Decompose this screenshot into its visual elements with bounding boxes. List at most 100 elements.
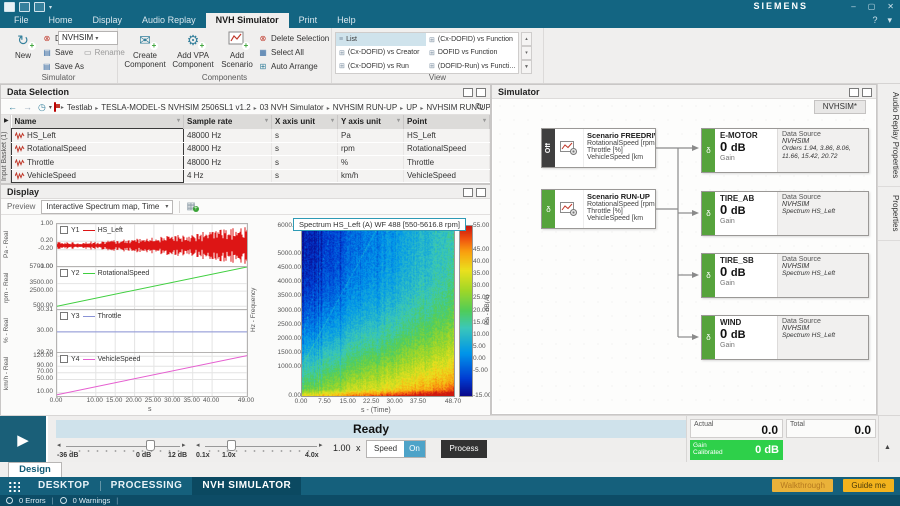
ribbon-tab-display[interactable]: Display <box>83 13 133 28</box>
filter-caret-icon[interactable]: ▾ <box>177 117 180 124</box>
preset-dropdown[interactable]: NVHSIM ▾ <box>58 31 118 45</box>
slider-left-arrow-icon[interactable]: ◂ <box>57 441 61 449</box>
workspace-tab-processing[interactable]: PROCESSING <box>101 477 193 495</box>
add-scenario-button[interactable]: + Add Scenario <box>218 30 256 69</box>
component-node-tire_ab[interactable]: δTIRE_AB0 dBGainData SourceNVHSIMSpectru… <box>701 191 869 236</box>
filter-caret-icon[interactable]: ▾ <box>331 117 334 124</box>
breadcrumb-item[interactable]: NVHSIM RUN-UP <box>333 103 397 112</box>
breadcrumb-item[interactable]: UP <box>406 103 417 112</box>
delete-selection-button[interactable]: ⊗Delete Selection <box>258 31 332 45</box>
help-icon[interactable]: ? <box>872 13 877 28</box>
close-button[interactable]: ✕ <box>887 0 894 13</box>
ribbon-tab-nvh-simulator[interactable]: NVH Simulator <box>206 13 289 28</box>
gallery-up-icon[interactable]: ▴ <box>521 32 532 46</box>
view-item[interactable]: ⊞DOFID vs Function <box>426 46 518 59</box>
ribbon-tab-file[interactable]: File <box>4 13 39 28</box>
table-row[interactable]: Throttle48000 Hzs%Throttle <box>12 156 490 170</box>
select-all-button[interactable]: ▦Select All <box>258 45 332 59</box>
slider-right-arrow-icon[interactable]: ▸ <box>319 441 323 449</box>
filter-caret-icon[interactable]: ▾ <box>483 117 486 124</box>
process-button[interactable]: Process <box>441 440 487 458</box>
view-item[interactable]: ≡List <box>336 33 426 46</box>
history-icon[interactable]: ◷ <box>38 102 46 113</box>
workspace-tab-nvh-simulator[interactable]: NVH SIMULATOR <box>192 477 301 495</box>
ribbon-tab-home[interactable]: Home <box>39 13 83 28</box>
collapse-panel-icon[interactable]: ▲ <box>884 444 891 451</box>
view-item[interactable]: ⊞(Cx-DOFID) vs Creator <box>336 46 426 59</box>
new-button[interactable]: ↻+ New <box>0 30 46 60</box>
scenario-state[interactable]: δ <box>542 190 555 228</box>
ribbon-tab-help[interactable]: Help <box>327 13 366 28</box>
spectrogram-canvas[interactable] <box>301 225 455 397</box>
simulator-doc-tab[interactable]: NVHSIM* <box>814 100 866 114</box>
speed-toggle-label[interactable]: Speed <box>367 441 404 457</box>
component-node-tire_sb[interactable]: δTIRE_SB0 dBGainData SourceNVHSIMSpectru… <box>701 253 869 298</box>
speed-slider-thumb[interactable] <box>227 440 236 451</box>
save-button[interactable]: ▤Save <box>42 45 84 59</box>
play-button[interactable]: ▶ <box>0 416 48 463</box>
maximize-panel-icon[interactable] <box>476 88 486 97</box>
save-icon[interactable] <box>19 2 30 12</box>
input-basket-strip[interactable]: ▶ Input Basket (1) <box>1 115 11 183</box>
spectrogram-area[interactable]: Spectrum HS_Left (A) WF 488 [550-5616.8 … <box>1 215 490 416</box>
scenario-node-scenario-run-up[interactable]: δScenario RUN-UPRotationalSpeed [rpmThro… <box>541 189 656 229</box>
tab-design[interactable]: Design <box>8 462 62 477</box>
view-item[interactable]: ⊞(DOFID-Run) vs Functi... <box>426 60 518 73</box>
view-item[interactable]: ⊞(Cx-DOFID) vs Run <box>336 60 426 73</box>
view-item[interactable]: ⊞(Cx-DOFID) vs Function <box>426 33 518 46</box>
column-header[interactable]: Name▾ <box>12 115 184 129</box>
workspace-tab-desktop[interactable]: DESKTOP <box>28 477 100 495</box>
qat-dropdown-icon[interactable]: ▾ <box>49 4 52 11</box>
slider-right-arrow-icon[interactable]: ▸ <box>182 441 186 449</box>
back-icon[interactable]: ← <box>8 102 17 112</box>
filter-caret-icon[interactable]: ▾ <box>397 117 400 124</box>
slider-left-arrow-icon[interactable]: ◂ <box>196 441 200 449</box>
create-component-button[interactable]: ✉+ Create Component <box>122 30 168 69</box>
table-row[interactable]: HS_Left48000 HzsPaHS_Left <box>12 129 490 143</box>
component-node-e-motor[interactable]: δE-MOTOR0 dBGainData SourceNVHSIMOrders … <box>701 128 869 173</box>
maximize-panel-icon[interactable] <box>476 188 486 197</box>
scenario-node-scenario-freedrive[interactable]: OffScenario FREEDRIVERotationalSpeed [rp… <box>541 128 656 168</box>
guide-me-button[interactable]: Guide me <box>843 479 894 492</box>
column-header[interactable]: Point▾ <box>404 115 490 129</box>
scenario-state[interactable]: Off <box>542 129 555 167</box>
maximize-button[interactable]: ▢ <box>868 0 876 13</box>
volume-slider[interactable] <box>66 446 180 447</box>
filter-caret-icon[interactable]: ▾ <box>265 117 268 124</box>
breadcrumb-item[interactable]: TESLA-MODEL-S NVHSIM 2506SL1 v1.2 <box>101 103 250 112</box>
float-panel-icon[interactable] <box>463 88 473 97</box>
forward-icon[interactable]: → <box>23 102 32 112</box>
add-vpa-component-button[interactable]: ⚙+ Add VPA Component <box>170 30 216 69</box>
volume-slider-thumb[interactable] <box>146 440 155 451</box>
component-state[interactable]: δ <box>702 316 715 359</box>
add-display-icon[interactable]: ▦+ <box>186 201 195 212</box>
auto-arrange-button[interactable]: ⊞Auto Arrange <box>258 59 332 73</box>
table-row[interactable]: RotationalSpeed48000 HzsrpmRotationalSpe… <box>12 142 490 156</box>
ribbon-tab-audio-replay[interactable]: Audio Replay <box>132 13 206 28</box>
breadcrumb-item[interactable]: Testlab <box>67 103 92 112</box>
column-header[interactable]: Y axis unit▾ <box>338 115 404 129</box>
apps-grid-icon[interactable] <box>8 481 20 492</box>
save-as-button[interactable]: ▤Save As <box>42 59 84 73</box>
collapse-ribbon-icon[interactable]: ▾ <box>887 13 892 28</box>
float-panel-icon[interactable] <box>463 188 473 197</box>
breadcrumb-item[interactable]: 03 NVH Simulator <box>260 103 324 112</box>
side-tab-properties[interactable]: Properties <box>878 187 900 240</box>
column-header[interactable]: X axis unit▾ <box>272 115 338 129</box>
history-dropdown-icon[interactable]: ▾ <box>49 104 52 111</box>
component-state[interactable]: δ <box>702 129 715 172</box>
component-node-wind[interactable]: δWIND0 dBGainData SourceNVHSIMSpectrum H… <box>701 315 869 360</box>
refresh-icon[interactable]: ↻ <box>476 102 484 113</box>
ribbon-tab-print[interactable]: Print <box>289 13 328 28</box>
column-header[interactable]: Sample rate▾ <box>184 115 272 129</box>
table-row[interactable]: VehicleSpeed4 Hzskm/hVehicleSpeed <box>12 169 490 183</box>
gallery-more-icon[interactable]: ▼ <box>521 60 532 74</box>
speed-toggle-state[interactable]: On <box>404 441 425 457</box>
display-type-dropdown[interactable]: Interactive Spectrum map, Time▾ <box>41 200 173 214</box>
print-icon[interactable] <box>34 2 45 12</box>
speed-toggle[interactable]: Speed On <box>366 440 426 458</box>
gallery-down-icon[interactable]: ▾ <box>521 46 532 60</box>
speed-slider[interactable] <box>205 446 317 447</box>
minimize-button[interactable]: – <box>851 0 855 13</box>
component-state[interactable]: δ <box>702 192 715 235</box>
